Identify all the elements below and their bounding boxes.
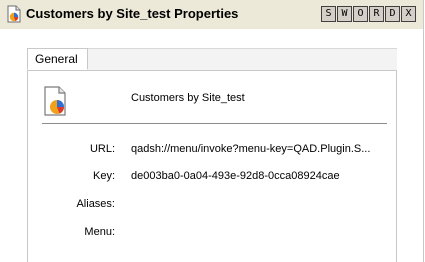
title-button-o[interactable]: O xyxy=(353,6,368,22)
title-button-r[interactable]: R xyxy=(369,6,384,22)
key-value: de003ba0-0a04-493e-92d8-0cca08924cae xyxy=(131,170,340,182)
dialog-body: General Customers by Site_test URL: qads… xyxy=(0,29,423,262)
window-title: Customers by Site_test Properties xyxy=(26,6,239,21)
url-value: qadsh://menu/invoke?menu-key=QAD.Plugin.… xyxy=(131,143,371,155)
menu-label: Menu: xyxy=(84,226,115,238)
properties-window: Customers by Site_test Properties S W O … xyxy=(0,0,424,262)
title-button-s[interactable]: S xyxy=(321,6,336,22)
title-button-w[interactable]: W xyxy=(337,6,352,22)
key-label: Key: xyxy=(92,170,115,182)
item-name: Customers by Site_test xyxy=(131,92,245,104)
title-button-d[interactable]: D xyxy=(385,6,400,22)
title-bar[interactable]: Customers by Site_test Properties S W O … xyxy=(0,0,423,29)
tab-strip: General xyxy=(27,48,397,71)
url-label: URL: xyxy=(89,143,115,155)
tab-strip-background xyxy=(88,48,397,70)
close-button[interactable]: X xyxy=(401,6,416,22)
tab-general[interactable]: General xyxy=(27,48,88,70)
report-document-icon xyxy=(44,86,66,116)
aliases-label: Aliases: xyxy=(76,198,115,210)
properties-document-icon xyxy=(7,5,21,23)
separator-line xyxy=(42,123,387,124)
